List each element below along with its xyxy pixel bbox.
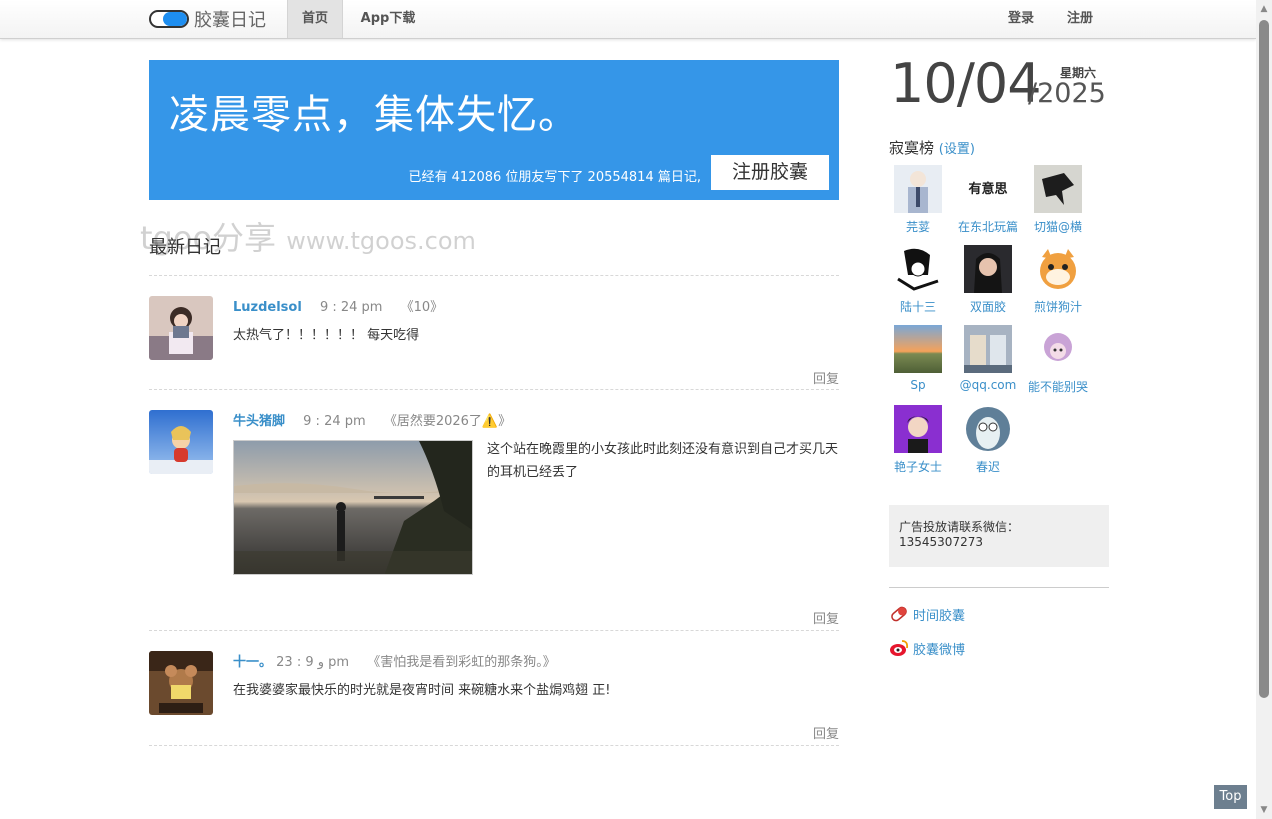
- author-name[interactable]: 十一。: [233, 655, 272, 670]
- reply-link[interactable]: 回复: [813, 368, 839, 387]
- author-name[interactable]: Luzdelsol: [233, 300, 302, 315]
- divider: [149, 630, 839, 631]
- entry-content: 在我婆婆家最快乐的时光就是夜宵时间 来碗糖水来个盐焗鸡翅 正!: [233, 683, 611, 698]
- lonely-list-title: 寂寞榜: [889, 139, 935, 157]
- login-link[interactable]: 登录: [1000, 0, 1042, 38]
- lonely-list-heading: 寂寞榜 (设置): [889, 137, 975, 158]
- site-logo-text: 胶囊日记: [194, 10, 266, 31]
- friend-item[interactable]: 艳子女士: [883, 405, 953, 475]
- hero-banner: 凌晨零点，集体失忆。 已经有 412086 位朋友写下了 20554814 篇日…: [149, 60, 839, 200]
- friend-name[interactable]: 陆十三: [883, 298, 953, 315]
- friend-item[interactable]: 有意思 在东北玩篇: [953, 165, 1023, 235]
- friend-name[interactable]: 艳子女士: [883, 458, 953, 475]
- entry-time: 9 : 24 pm: [319, 300, 383, 315]
- friend-item[interactable]: 切猫@横: [1023, 165, 1093, 235]
- capsule-logo-icon: [149, 10, 189, 28]
- author-avatar[interactable]: [149, 651, 213, 715]
- friend-item[interactable]: @qq.com: [953, 325, 1023, 392]
- time-capsule-link[interactable]: 时间胶囊: [889, 604, 965, 624]
- friend-name[interactable]: 能不能别哭: [1023, 378, 1093, 395]
- page-scrollbar[interactable]: ▲ ▼: [1256, 0, 1272, 819]
- entry-meta: 牛头猪脚 9 : 24 pm 《居然要2026了⚠️》: [233, 410, 511, 429]
- friend-avatar[interactable]: [894, 325, 942, 373]
- reply-link[interactable]: 回复: [813, 723, 839, 742]
- scroll-down-arrow-icon[interactable]: ▼: [1259, 805, 1269, 815]
- friend-item[interactable]: 陆十三: [883, 245, 953, 315]
- friend-avatar[interactable]: [1034, 165, 1082, 213]
- weibo-link-text: 胶囊微博: [913, 642, 966, 658]
- scroll-up-arrow-icon[interactable]: ▲: [1259, 4, 1269, 14]
- pill-icon: [891, 606, 907, 622]
- entry-content: 太热气了！！！！！！ 每天吃得: [233, 328, 420, 343]
- friend-avatar[interactable]: [964, 245, 1012, 293]
- friend-item[interactable]: 芫荽: [883, 165, 953, 235]
- entry-meta: 十一。 23 : 9 ﻭ pm 《害怕我是看到彩虹的那条狗。》: [233, 651, 556, 670]
- friend-name[interactable]: 在东北玩篇: [953, 218, 1023, 235]
- friend-item[interactable]: 双面胶: [953, 245, 1023, 315]
- friend-avatar[interactable]: [1034, 245, 1082, 293]
- friend-avatar-text: 有意思: [968, 181, 1007, 197]
- friend-item[interactable]: Sp: [883, 325, 953, 392]
- current-date-year: /2025: [1028, 78, 1106, 109]
- weibo-icon: [890, 640, 909, 656]
- banner-slogan: 凌晨零点，集体失忆。: [169, 92, 579, 138]
- author-avatar[interactable]: [149, 296, 213, 360]
- entry-meta: Luzdelsol 9 : 24 pm 《10》: [233, 296, 443, 315]
- entry-time: 23 : 9 ﻭ pm: [276, 655, 350, 670]
- friend-item[interactable]: 春迟: [953, 405, 1023, 475]
- register-link[interactable]: 注册: [1059, 0, 1101, 38]
- latest-diaries-heading: 最新日记: [149, 237, 221, 258]
- friend-name[interactable]: 春迟: [953, 458, 1023, 475]
- ad-contact-box: 广告投放请联系微信：13545307273: [889, 505, 1109, 567]
- friend-name[interactable]: 双面胶: [953, 298, 1023, 315]
- friend-item[interactable]: 煎饼狗汁: [1023, 245, 1093, 315]
- friend-name[interactable]: 煎饼狗汁: [1023, 298, 1093, 315]
- diary-entry: 牛头猪脚 9 : 24 pm 《居然要2026了⚠️》 这个站在晚霞里的小女孩此…: [149, 410, 839, 627]
- banner-stats-text: 已经有 412086 位朋友写下了 20554814 篇日记,: [408, 170, 701, 185]
- time-capsule-link-text: 时间胶囊: [913, 608, 966, 624]
- diary-book-name[interactable]: 《害怕我是看到彩虹的那条狗。》: [367, 655, 556, 670]
- top-nav-bar: 胶囊日记 首页 App下载 登录 注册: [0, 0, 1256, 39]
- friend-avatar[interactable]: [1034, 325, 1082, 373]
- diary-book-name[interactable]: 《10》: [401, 300, 444, 315]
- reply-link[interactable]: 回复: [813, 608, 839, 627]
- friend-avatar[interactable]: [894, 245, 942, 293]
- nav-tab-app-download[interactable]: App下载: [346, 0, 430, 38]
- site-logo[interactable]: 胶囊日记: [149, 8, 266, 31]
- author-avatar[interactable]: [149, 410, 213, 474]
- friend-avatar[interactable]: 有意思: [964, 165, 1012, 213]
- friend-avatar[interactable]: [964, 325, 1012, 373]
- weibo-link[interactable]: 胶囊微博: [889, 638, 965, 658]
- friend-name[interactable]: Sp: [883, 378, 953, 392]
- friend-name[interactable]: 切猫@横: [1023, 218, 1093, 235]
- friend-item[interactable]: 能不能别哭: [1023, 325, 1093, 395]
- entry-time: 9 : 24 pm: [303, 414, 366, 429]
- friend-name[interactable]: @qq.com: [953, 378, 1023, 392]
- divider: [149, 389, 839, 390]
- diary-book-name[interactable]: 《居然要2026了⚠️》: [384, 414, 511, 429]
- diary-entry: Luzdelsol 9 : 24 pm 《10》 太热气了！！！！！！ 每天吃得…: [149, 296, 839, 387]
- lonely-settings-link[interactable]: (设置): [939, 142, 975, 157]
- diary-entry: 十一。 23 : 9 ﻭ pm 《害怕我是看到彩虹的那条狗。》 在我婆婆家最快乐…: [149, 651, 839, 742]
- divider: [149, 275, 839, 276]
- scrollbar-thumb[interactable]: [1259, 20, 1269, 698]
- current-date-day: 10/04: [890, 52, 1042, 115]
- register-capsule-button[interactable]: 注册胶囊: [711, 155, 829, 190]
- diary-photo[interactable]: [233, 440, 473, 575]
- nav-tab-home[interactable]: 首页: [287, 0, 343, 38]
- author-name[interactable]: 牛头猪脚: [233, 414, 285, 429]
- current-weekday: 星期六: [1060, 66, 1097, 80]
- friend-name[interactable]: 芫荽: [883, 218, 953, 235]
- sidebar-divider: [889, 587, 1109, 588]
- watermark-domain: www.tgoos.com: [286, 227, 476, 255]
- friend-avatar[interactable]: [894, 405, 942, 453]
- entry-content: 这个站在晚霞里的小女孩此时此刻还没有意识到自己才买几天的耳机已经丢了: [487, 442, 839, 480]
- friend-avatar[interactable]: [894, 165, 942, 213]
- friend-avatar[interactable]: [964, 405, 1012, 453]
- divider: [149, 745, 839, 746]
- back-to-top-button[interactable]: Top: [1214, 785, 1247, 809]
